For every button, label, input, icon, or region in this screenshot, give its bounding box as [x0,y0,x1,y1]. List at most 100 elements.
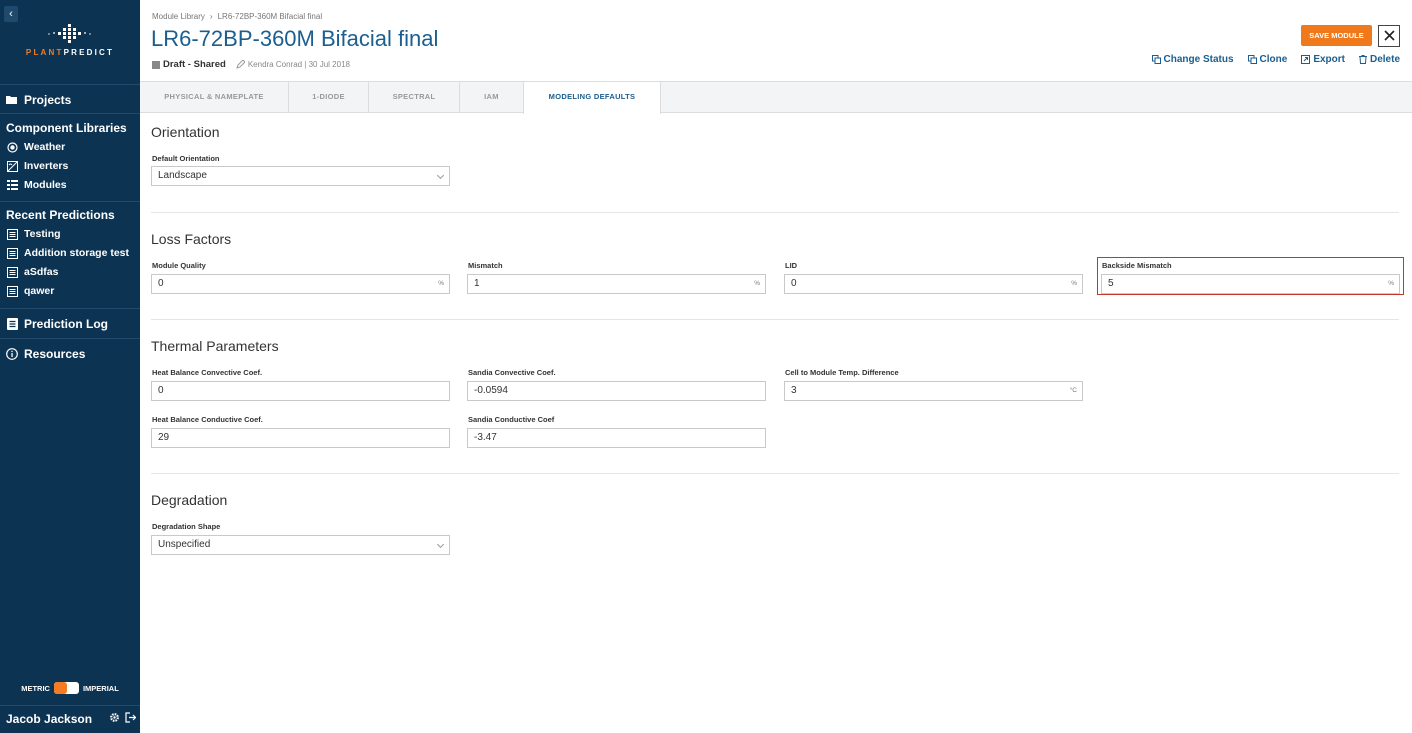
status-row: Draft - Shared Kendra Conrad | 30 Jul 20… [152,59,350,70]
sidebar-item-inverters[interactable]: Inverters [6,160,68,172]
orientation-heading: Orientation [151,124,220,140]
export-button[interactable]: Export [1301,54,1345,65]
sandia-conductive-input[interactable]: -3.47 [467,428,766,448]
chevron-down-icon [436,540,445,549]
default-orientation-label: Default Orientation [152,154,220,163]
sidebar: ‹ PLANTPREDICT Projects Component Librar… [0,0,140,733]
tab-physical-nameplate[interactable]: PHYSICAL & NAMEPLATE [140,82,289,113]
percent-unit: % [1388,280,1394,287]
sandia-convective-label: Sandia Convective Coef. [468,368,556,377]
tab-bar: PHYSICAL & NAMEPLATE 1-DIODE SPECTRAL IA… [140,81,1412,114]
sidebar-item-prediction-log[interactable]: Prediction Log [6,317,108,331]
user-name[interactable]: Jacob Jackson [6,712,92,726]
sidebar-item-label: Weather [24,141,66,153]
recent-prediction-item[interactable]: aSdfas [6,266,58,278]
sidebar-item-modules[interactable]: Modules [6,179,67,191]
hb-convective-value: 0 [158,385,164,396]
default-orientation-select[interactable]: Landscape [151,166,450,186]
document-icon [6,266,18,278]
inverter-icon [6,160,18,172]
page-title: LR6-72BP-360M Bifacial final [151,26,439,51]
recent-prediction-label: Addition storage test [24,247,130,259]
recent-prediction-item[interactable]: qawer [6,285,54,297]
sidebar-item-projects[interactable]: Projects [6,93,71,107]
tab-1-diode[interactable]: 1-DIODE [289,82,369,113]
thermal-parameters-heading: Thermal Parameters [151,338,279,354]
sandia-convective-input[interactable]: -0.0594 [467,381,766,401]
breadcrumb-current: LR6-72BP-360M Bifacial final [217,12,323,21]
save-module-button[interactable]: SAVE MODULE [1301,25,1372,46]
chevron-down-icon [436,171,445,180]
units-toggle[interactable] [53,682,79,694]
delete-label: Delete [1369,54,1400,65]
clone-label: Clone [1259,54,1288,65]
component-libraries-heading: Component Libraries [6,121,127,135]
module-quality-input[interactable]: 0 % [151,274,450,294]
header-actions: Change Status Clone Export Delete [1151,54,1400,65]
status-badge: Draft - Shared [163,59,226,70]
clone-button[interactable]: Clone [1247,54,1288,65]
change-status-button[interactable]: Change Status [1151,54,1234,65]
recent-prediction-item[interactable]: Addition storage test [6,247,129,259]
section-divider [151,319,1399,320]
mismatch-label: Mismatch [468,261,503,270]
author-text: Kendra Conrad | 30 Jul 2018 [247,60,350,69]
recent-prediction-item[interactable]: Testing [6,228,61,240]
percent-unit: % [1071,280,1077,287]
hb-conductive-label: Heat Balance Conductive Coef. [152,415,263,424]
pencil-icon [236,60,245,69]
info-icon [6,348,18,360]
sidebar-divider [0,113,140,114]
logout-icon[interactable] [125,712,137,726]
delete-button[interactable]: Delete [1358,54,1400,65]
recent-predictions-heading: Recent Predictions [6,208,115,222]
user-bar: Jacob Jackson [6,712,137,726]
degradation-shape-label: Degradation Shape [152,522,221,531]
toggle-knob [53,682,67,694]
cell-temp-diff-input[interactable]: 3 °C [784,381,1083,401]
hb-conductive-value: 29 [158,432,170,443]
folder-icon [6,94,18,106]
cell-temp-diff-label: Cell to Module Temp. Difference [785,368,899,377]
sidebar-divider [0,705,140,706]
clone-icon [1247,55,1257,64]
module-quality-value: 0 [158,278,164,289]
sidebar-item-label: Inverters [24,160,69,172]
modules-icon [6,179,18,191]
degradation-shape-select[interactable]: Unspecified [151,535,450,555]
lid-input[interactable]: 0 % [784,274,1083,294]
hb-conductive-input[interactable]: 29 [151,428,450,448]
logo-predict-text: PREDICT [63,48,115,57]
sidebar-divider [0,308,140,309]
backside-mismatch-input[interactable]: 5 % [1101,274,1400,294]
tab-modeling-defaults[interactable]: MODELING DEFAULTS [523,82,661,114]
close-button[interactable] [1378,25,1400,47]
sidebar-item-label: Prediction Log [24,317,108,331]
logo-wordmark: PLANTPREDICT [0,48,140,57]
imperial-label: IMPERIAL [82,683,119,693]
recent-prediction-label: qawer [24,285,55,297]
sidebar-item-label: Resources [24,347,86,361]
sidebar-item-weather[interactable]: Weather [6,141,65,153]
tab-spectral[interactable]: SPECTRAL [369,82,460,113]
breadcrumb-root-link[interactable]: Module Library [152,12,205,21]
collapse-sidebar-button[interactable]: ‹ [4,6,18,22]
breadcrumb-separator: › [209,12,213,21]
breadcrumb: Module Library › LR6-72BP-360M Bifacial fi… [152,12,322,21]
sandia-convective-value: -0.0594 [474,385,508,396]
export-icon [1301,55,1311,64]
lid-value: 0 [791,278,797,289]
mismatch-input[interactable]: 1 % [467,274,766,294]
mismatch-value: 1 [474,278,480,289]
plantpredict-logo[interactable]: PLANTPREDICT [0,24,140,57]
gear-icon[interactable] [109,712,120,726]
celsius-unit: °C [1069,387,1077,394]
cell-temp-diff-value: 3 [791,385,797,396]
hb-convective-input[interactable]: 0 [151,381,450,401]
logo-plant-text: PLANT [25,48,64,57]
tab-iam[interactable]: IAM [460,82,524,113]
degradation-shape-value: Unspecified [158,539,211,550]
sidebar-divider [0,84,140,85]
percent-unit: % [438,280,444,287]
sidebar-item-resources[interactable]: Resources [6,347,85,361]
